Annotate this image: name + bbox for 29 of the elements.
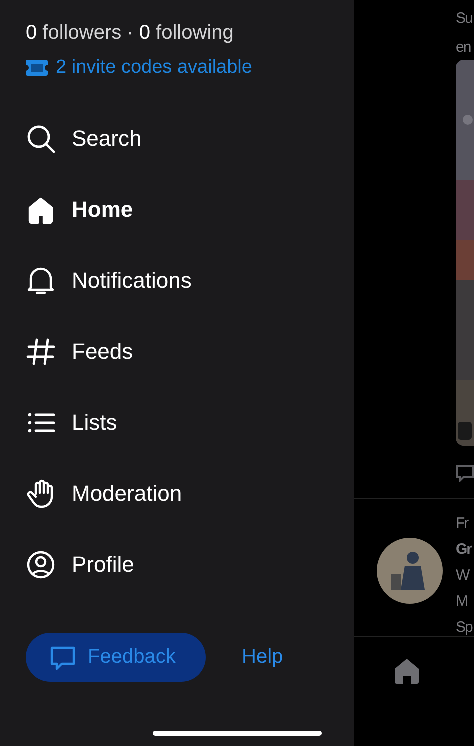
post-text: Sp bbox=[456, 618, 472, 638]
post-text: W bbox=[456, 566, 471, 586]
profile-icon bbox=[26, 550, 56, 580]
menu-item[interactable]: Feeds bbox=[26, 316, 354, 387]
menu-item[interactable]: Lists bbox=[26, 387, 354, 458]
help-link[interactable]: Help bbox=[242, 646, 284, 669]
post-context: Fr bbox=[456, 514, 470, 534]
menu-item[interactable]: Notifications bbox=[26, 245, 354, 316]
hand-icon bbox=[27, 478, 55, 508]
post-text: en bbox=[456, 38, 472, 58]
comment-icon[interactable] bbox=[456, 464, 474, 482]
search-icon bbox=[26, 124, 56, 154]
menu-item[interactable]: Moderation bbox=[26, 458, 354, 529]
hashtag-icon bbox=[26, 336, 56, 366]
post-text: M bbox=[456, 592, 468, 612]
avatar[interactable] bbox=[377, 538, 443, 604]
author-name[interactable]: Gr bbox=[456, 537, 472, 563]
bell-icon bbox=[27, 266, 55, 296]
home-icon[interactable] bbox=[393, 657, 421, 685]
chat-bubble-icon bbox=[50, 644, 76, 670]
follow-stats: 0 followers · 0 following bbox=[26, 21, 235, 46]
list-icon bbox=[27, 410, 55, 434]
menu-item[interactable]: Home bbox=[26, 174, 354, 245]
post-text: Su bbox=[456, 9, 474, 29]
home-icon bbox=[27, 196, 55, 224]
invite-codes-link[interactable]: 2 invite codes available bbox=[26, 55, 252, 81]
menu-item[interactable]: Search bbox=[26, 103, 354, 174]
ticket-icon bbox=[26, 60, 48, 76]
menu-item[interactable]: Profile bbox=[26, 529, 354, 600]
